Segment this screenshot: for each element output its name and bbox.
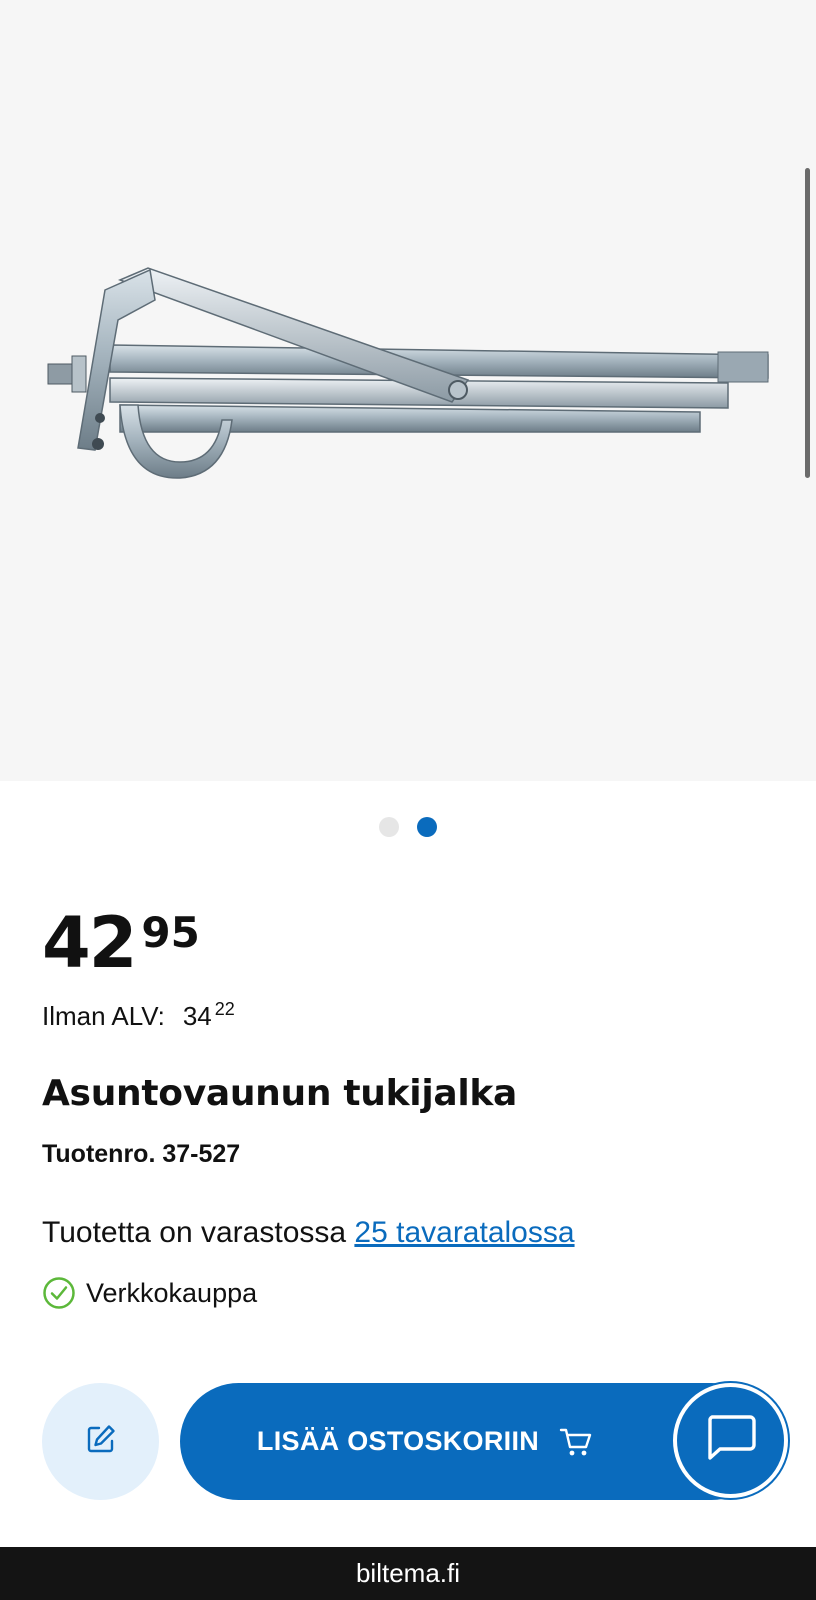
carousel-dot-2-active[interactable] (417, 817, 437, 837)
edit-note-button[interactable] (42, 1383, 159, 1500)
vat-price-decimals: 22 (214, 999, 235, 1019)
price-integer: 42 (42, 902, 137, 984)
product-image-gallery[interactable] (0, 0, 816, 781)
price-excluding-vat: Ilman ALV: 34 22 (42, 999, 235, 1032)
action-bar: LISÄÄ OSTOSKORIIN (0, 1380, 816, 1500)
carousel-dot-1[interactable] (379, 817, 399, 837)
stock-availability: Tuotetta on varastossa 25 tavaratalossa (42, 1216, 575, 1250)
price-decimals: 95 (141, 908, 200, 957)
scrollbar[interactable] (805, 168, 810, 478)
cart-icon (559, 1426, 593, 1458)
product-title: Asuntovaunun tukijalka (42, 1073, 518, 1114)
chat-button[interactable] (673, 1383, 788, 1498)
edit-icon (85, 1423, 117, 1460)
stock-text: Tuotetta on varastossa (42, 1216, 355, 1249)
check-circle-icon (42, 1276, 76, 1310)
url-text: biltema.fi (355, 1558, 461, 1588)
product-image (47, 267, 769, 479)
store-availability-link[interactable]: 25 tavaratalossa (354, 1216, 574, 1249)
webshop-availability: Verkkokauppa (42, 1276, 257, 1310)
chat-icon (704, 1413, 758, 1468)
carousel-dots (0, 817, 816, 837)
product-number: Tuotenro. 37-527 (42, 1140, 241, 1168)
price: 42 95 (42, 908, 200, 978)
browser-url-bar[interactable]: biltema.fi (0, 1547, 816, 1600)
add-to-cart-label: LISÄÄ OSTOSKORIIN (256, 1426, 540, 1456)
vat-price-integer: 34 (182, 1001, 212, 1031)
vat-label: Ilman ALV: (42, 1001, 165, 1031)
webshop-label: Verkkokauppa (86, 1277, 258, 1308)
